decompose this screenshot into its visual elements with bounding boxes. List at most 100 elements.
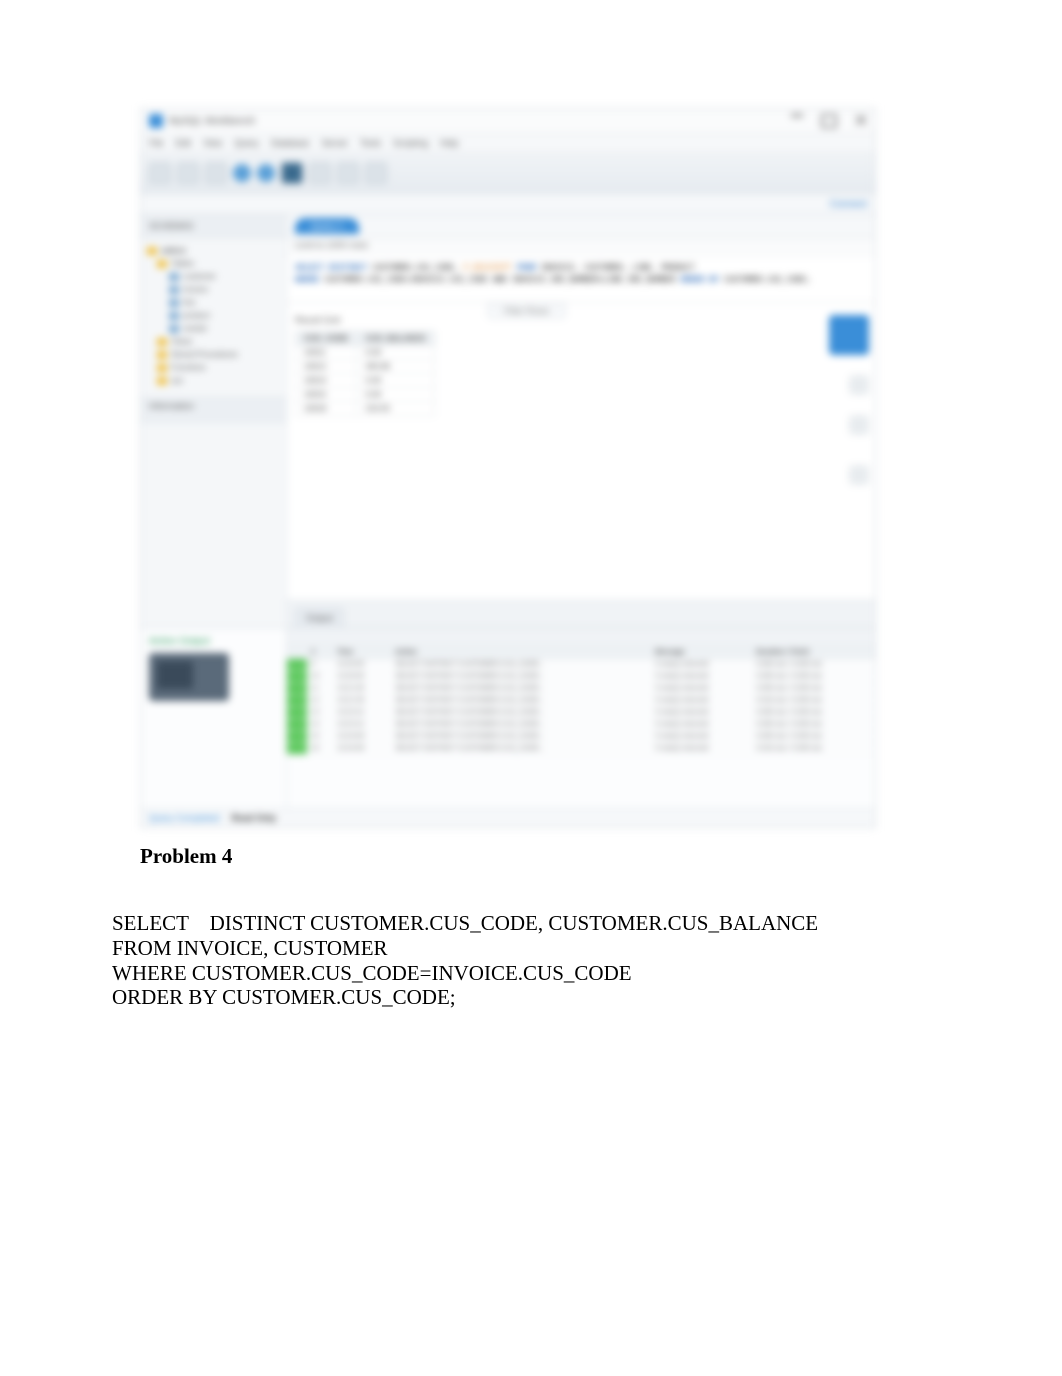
toolbar-rollback-icon[interactable] — [337, 162, 359, 184]
output-row: 1213:21:35SELECT DISTINCT CUSTOMER.CUS_C… — [287, 695, 875, 707]
output-row: 1013:20:05SELECT DISTINCT CUSTOMER.CUS_C… — [287, 671, 875, 683]
col-time: Time — [333, 647, 391, 659]
embedded-screenshot: MySQL Workbench File Edit View Query Dat… — [140, 108, 876, 828]
toolbar-stop-icon[interactable] — [281, 162, 303, 184]
toolbar-execute-selection-icon[interactable] — [257, 164, 275, 182]
table-icon — [169, 312, 179, 320]
table-invoice[interactable]: invoice — [145, 283, 282, 296]
folder-icon — [157, 351, 167, 359]
maximize-button[interactable] — [821, 114, 837, 128]
action-output-icon — [149, 653, 229, 701]
col-num: # — [307, 647, 333, 659]
toolbar-save-icon[interactable] — [205, 162, 227, 184]
output-row: 913:20:05SELECT DISTINCT CUSTOMER.CUS_CO… — [287, 659, 875, 671]
toolbar — [141, 153, 875, 194]
table-icon — [169, 299, 179, 307]
col-cus-code[interactable]: CUS_CODE — [296, 332, 357, 346]
workspace: SCHEMAS saleco Tables customer invoice l… — [141, 215, 875, 627]
schema-saleco[interactable]: saleco — [145, 244, 282, 257]
menu-file[interactable]: File — [149, 138, 164, 148]
window-controls — [791, 114, 867, 128]
minimize-button[interactable] — [791, 114, 803, 117]
problem-heading: Problem 4 — [140, 844, 872, 869]
table-icon — [169, 286, 179, 294]
tab-query1[interactable]: Query 1 — [295, 218, 359, 234]
output-table: # Time Action Message Duration / Fetch 9… — [287, 647, 875, 755]
sql-editor[interactable]: SELECT DISTINCT CUSTOMER.CUS_CODE, P_DES… — [287, 258, 875, 303]
output-row: 1513:24:09SELECT DISTINCT CUSTOMER.CUS_C… — [287, 731, 875, 743]
folder-icon — [147, 247, 157, 255]
table-customer[interactable]: customer — [145, 270, 282, 283]
action-output-label: Action Output — [149, 636, 278, 647]
menu-edit[interactable]: Edit — [176, 138, 192, 148]
output-row: 1113:21:35SELECT DISTINCT CUSTOMER.CUS_C… — [287, 683, 875, 695]
output-row: 1613:24:09SELECT DISTINCT CUSTOMER.CUS_C… — [287, 743, 875, 755]
result-grid-label: Result Grid — [295, 315, 340, 325]
views-node[interactable]: Views — [145, 335, 282, 348]
folder-icon — [157, 377, 167, 385]
query-toolbar: Limit to 1000 rows — [287, 238, 875, 258]
menu-view[interactable]: View — [203, 138, 222, 148]
toolbar-new-icon[interactable] — [149, 162, 171, 184]
col-action: Action — [391, 647, 651, 659]
window-title: MySQL Workbench — [169, 116, 255, 127]
close-button[interactable] — [855, 114, 867, 126]
menu-database[interactable]: Database — [271, 138, 310, 148]
menubar: File Edit View Query Database Server Too… — [141, 134, 875, 153]
table-row[interactable]: 10018216.55 — [296, 402, 435, 416]
query-stats-icon[interactable] — [849, 465, 869, 485]
filter-rows[interactable]: Filter Rows — [487, 303, 566, 319]
table-row[interactable]: 100150.00 — [296, 388, 435, 402]
output-row: 1313:22:41SELECT DISTINCT CUSTOMER.CUS_C… — [287, 707, 875, 719]
toolbar-commit-icon[interactable] — [309, 162, 331, 184]
document-body: Problem 4 SELECT DISTINCT CUSTOMER.CUS_C… — [112, 844, 872, 1010]
toolbar-explain-icon[interactable] — [365, 162, 387, 184]
tab-output[interactable]: Output — [295, 608, 344, 627]
output-row: 1413:22:41SELECT DISTINCT CUSTOMER.CUS_C… — [287, 719, 875, 731]
menu-server[interactable]: Server — [321, 138, 348, 148]
schema-sys[interactable]: sys — [145, 374, 282, 387]
action-panel: Action Output — [141, 628, 287, 808]
navigator-sidebar: SCHEMAS saleco Tables customer invoice l… — [141, 215, 287, 627]
table-icon — [169, 325, 179, 333]
folder-icon — [157, 260, 167, 268]
ribbon: Connect — [141, 194, 875, 215]
table-row[interactable]: 10012345.86 — [296, 360, 435, 374]
schema-tree: saleco Tables customer invoice line prod… — [141, 238, 286, 397]
menu-tools[interactable]: Tools — [360, 138, 381, 148]
table-product[interactable]: product — [145, 309, 282, 322]
menu-query[interactable]: Query — [234, 138, 259, 148]
mysql-workbench-window: MySQL Workbench File Edit View Query Dat… — [140, 108, 876, 828]
connect-link[interactable]: Connect — [830, 199, 867, 210]
result-grid-toggle-icon[interactable] — [829, 315, 869, 355]
form-editor-icon[interactable] — [849, 375, 869, 395]
main-area: Query 1 Limit to 1000 rows SELECT DISTIN… — [287, 215, 875, 627]
folder-icon — [157, 364, 167, 372]
schemas-header: SCHEMAS — [141, 215, 286, 238]
output-log: # Time Action Message Duration / Fetch 9… — [287, 628, 875, 808]
titlebar: MySQL Workbench — [141, 109, 875, 134]
app-icon — [149, 114, 163, 128]
result-grid[interactable]: CUS_CODE CUS_BALANCE 100110.0010012345.8… — [295, 331, 435, 416]
toolbar-execute-icon[interactable] — [233, 164, 251, 182]
sql-code-block: SELECT DISTINCT CUSTOMER.CUS_CODE, CUSTO… — [112, 911, 872, 1010]
menu-help[interactable]: Help — [440, 138, 459, 148]
menu-scripting[interactable]: Scripting — [393, 138, 428, 148]
table-vendor[interactable]: vendor — [145, 322, 282, 335]
field-types-icon[interactable] — [849, 415, 869, 435]
results-panel: Result Grid Filter Rows CUS_CODE CUS_BAL… — [287, 303, 875, 600]
object-tabs: Query 1 — [287, 215, 875, 238]
tables-node[interactable]: Tables — [145, 257, 282, 270]
col-status — [287, 647, 307, 659]
statusbar: Query Completed Read Only — [141, 808, 875, 827]
functions-node[interactable]: Functions — [145, 361, 282, 374]
status-readonly: Read Only — [232, 813, 277, 823]
table-row[interactable]: 100140.00 — [296, 374, 435, 388]
procedures-node[interactable]: Stored Procedures — [145, 348, 282, 361]
toolbar-open-icon[interactable] — [177, 162, 199, 184]
output-header — [287, 628, 875, 647]
col-cus-balance[interactable]: CUS_BALANCE — [357, 332, 434, 346]
table-row[interactable]: 100110.00 — [296, 346, 435, 360]
col-message: Message — [651, 647, 752, 659]
table-line[interactable]: line — [145, 296, 282, 309]
